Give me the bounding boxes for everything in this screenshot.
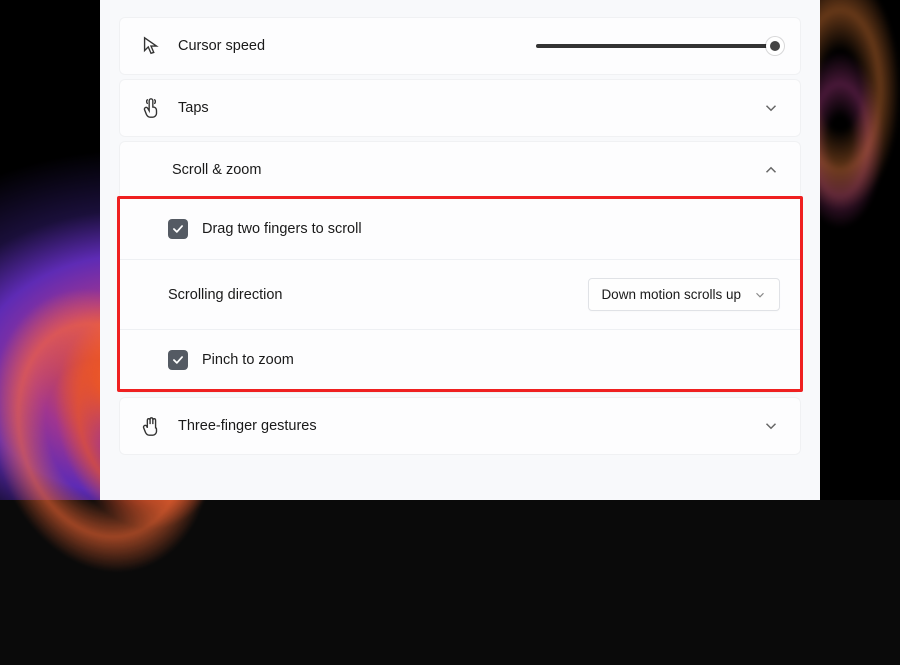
touchpad-settings-panel: Cursor speed Taps xyxy=(100,0,820,500)
slider-track[interactable] xyxy=(536,44,776,48)
pinch-zoom-row: Pinch to zoom xyxy=(120,329,800,389)
chevron-down-icon xyxy=(753,288,767,302)
slider-thumb[interactable] xyxy=(766,37,784,55)
cursor-speed-slider[interactable] xyxy=(536,44,780,48)
scrolling-direction-dropdown[interactable]: Down motion scrolls up xyxy=(588,278,780,311)
scroll-zoom-expanded-content: Drag two fingers to scroll Scrolling dir… xyxy=(117,196,803,392)
drag-two-fingers-checkbox[interactable] xyxy=(168,219,188,239)
pinch-zoom-checkbox[interactable] xyxy=(168,350,188,370)
drag-two-fingers-row: Drag two fingers to scroll xyxy=(120,199,800,259)
taps-card[interactable]: Taps xyxy=(120,80,800,136)
cursor-speed-row: Cursor speed xyxy=(120,18,800,74)
pinch-zoom-label: Pinch to zoom xyxy=(202,352,780,368)
scroll-zoom-header[interactable]: Scroll & zoom xyxy=(120,142,800,198)
chevron-down-icon xyxy=(762,417,780,435)
three-finger-row[interactable]: Three-finger gestures xyxy=(120,398,800,454)
drag-two-fingers-label: Drag two fingers to scroll xyxy=(202,221,780,237)
three-finger-card[interactable]: Three-finger gestures xyxy=(120,398,800,454)
scrolling-direction-row: Scrolling direction Down motion scrolls … xyxy=(120,259,800,329)
scroll-zoom-card: Scroll & zoom Drag two fingers to scroll xyxy=(120,142,800,392)
cursor-speed-card: Cursor speed xyxy=(120,18,800,74)
cursor-icon xyxy=(140,35,162,57)
taps-label: Taps xyxy=(178,100,762,116)
chevron-down-icon xyxy=(762,99,780,117)
scrolling-direction-label: Scrolling direction xyxy=(168,287,588,303)
scrolling-direction-selected: Down motion scrolls up xyxy=(601,287,741,302)
three-finger-icon xyxy=(140,415,162,437)
chevron-up-icon xyxy=(762,161,780,179)
cursor-speed-label: Cursor speed xyxy=(178,38,536,54)
tap-icon xyxy=(140,97,162,119)
scroll-zoom-label: Scroll & zoom xyxy=(172,162,762,178)
taps-row[interactable]: Taps xyxy=(120,80,800,136)
three-finger-label: Three-finger gestures xyxy=(178,418,762,434)
